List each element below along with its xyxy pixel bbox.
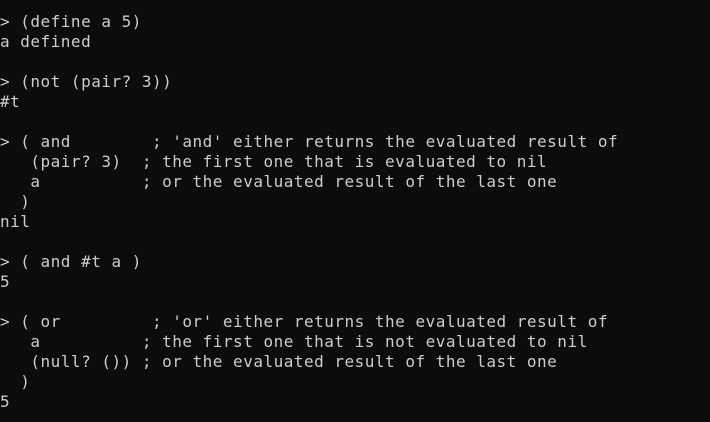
terminal-window[interactable]: > (define a 5) a defined > (not (pair? 3…	[0, 0, 710, 422]
terminal-line: )	[0, 192, 31, 211]
terminal-line: > (define a 5)	[0, 12, 142, 31]
terminal-line: > ( or ; 'or' either returns the evaluat…	[0, 312, 608, 331]
terminal-line: a ; the first one that is not evaluated …	[0, 332, 588, 351]
terminal-line: > ( and ; 'and' either returns the evalu…	[0, 132, 619, 151]
terminal-line: a ; or the evaluated result of the last …	[0, 172, 558, 191]
terminal-line: (pair? 3) ; the first one that is evalua…	[0, 152, 548, 171]
terminal-line: 5	[0, 392, 11, 411]
terminal-line: (null? ()) ; or the evaluated result of …	[0, 352, 558, 371]
terminal-line: )	[0, 372, 31, 391]
terminal-line: nil	[0, 212, 31, 231]
terminal-line: #t	[0, 92, 21, 111]
terminal-line: > ( and #t a )	[0, 252, 142, 271]
terminal-line: > (not (pair? 3))	[0, 72, 173, 91]
terminal-line: 5	[0, 272, 11, 291]
terminal-line: a defined	[0, 32, 92, 51]
